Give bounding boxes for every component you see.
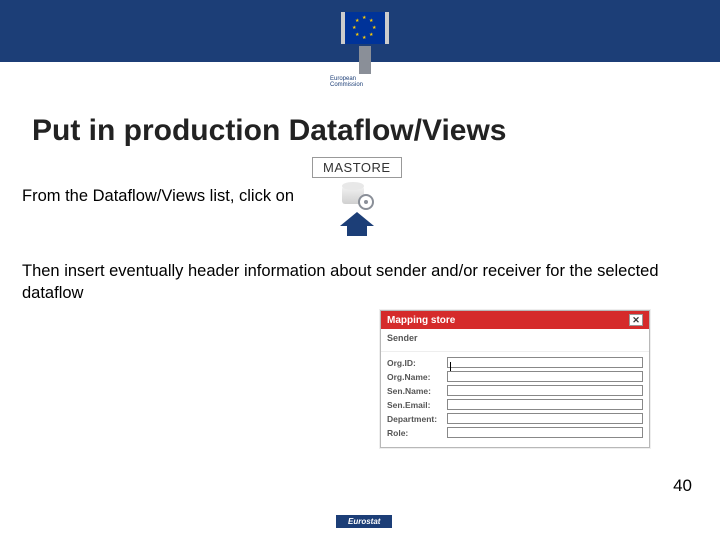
input-department[interactable] (447, 413, 643, 424)
ec-logo-text: European Commission (330, 76, 400, 88)
input-orgname[interactable] (447, 371, 643, 382)
instruction-text-1: From the Dataflow/Views list, click on (22, 187, 294, 206)
label-orgname: Org.Name: (387, 372, 447, 382)
label-senemail: Sen.Email: (387, 400, 447, 410)
label-orgid: Org.ID: (387, 358, 447, 368)
building-icon (359, 46, 371, 74)
input-role[interactable] (447, 427, 643, 438)
dialog-title-text: Mapping store (387, 315, 455, 326)
database-gear-icon[interactable] (340, 180, 374, 210)
mastore-label: MASTORE (312, 157, 402, 178)
close-icon[interactable]: ✕ (629, 314, 643, 326)
page-number: 40 (673, 476, 692, 496)
ec-logo: ★★ ★★ ★★ ★★ European Commission (330, 12, 400, 88)
input-orgid[interactable] (447, 357, 643, 368)
slide-title: Put in production Dataflow/Views (32, 114, 720, 149)
footer-label: Eurostat (336, 515, 392, 528)
eu-flag-icon: ★★ ★★ ★★ ★★ (341, 12, 389, 44)
mapping-store-dialog: Mapping store ✕ Sender Org.ID: Org.Name:… (380, 310, 650, 448)
dialog-section-sender: Sender (381, 329, 649, 352)
dialog-titlebar: Mapping store ✕ (381, 311, 649, 329)
label-role: Role: (387, 428, 447, 438)
mastore-widget: MASTORE (312, 157, 402, 236)
input-senname[interactable] (447, 385, 643, 396)
instruction-text-2: Then insert eventually header informatio… (22, 260, 720, 305)
header-banner: ★★ ★★ ★★ ★★ European Commission (0, 0, 720, 70)
input-senemail[interactable] (447, 399, 643, 410)
arrow-up-icon (340, 212, 374, 226)
instruction-row-1: From the Dataflow/Views list, click on M… (22, 157, 720, 236)
label-senname: Sen.Name: (387, 386, 447, 396)
label-department: Department: (387, 414, 447, 424)
